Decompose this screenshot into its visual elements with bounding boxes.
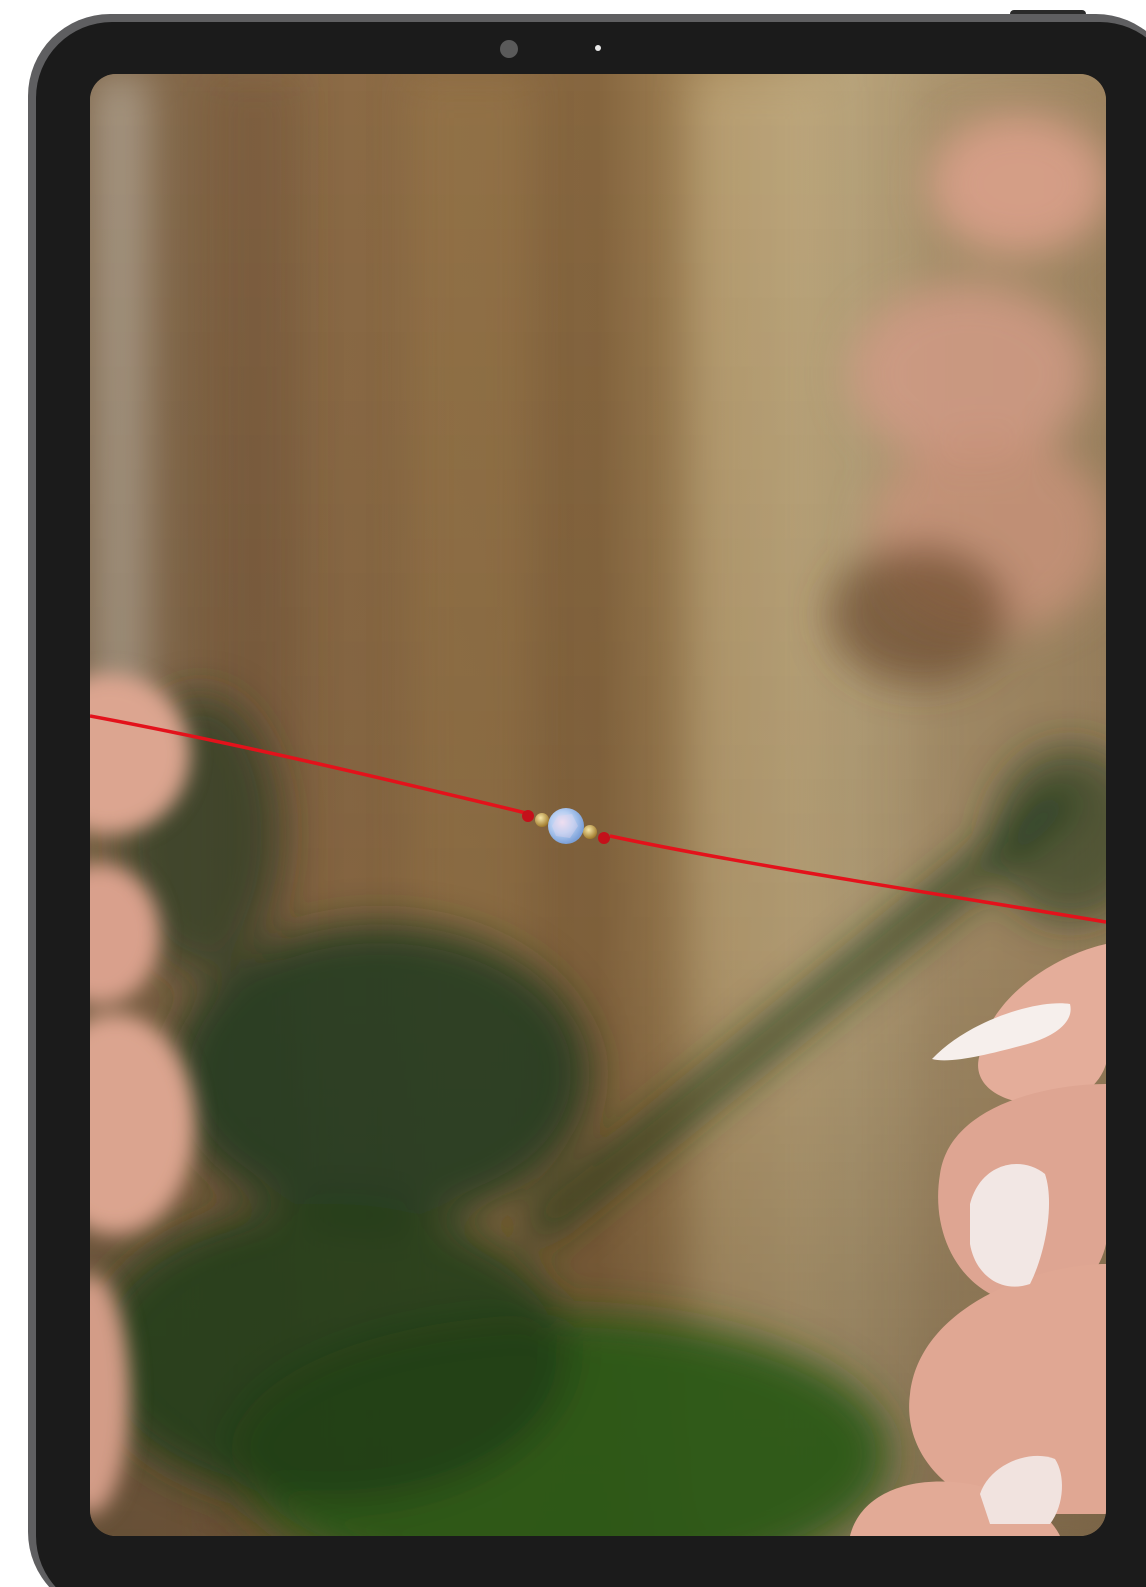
device-screen: [90, 74, 1106, 1536]
front-camera-icon: [500, 40, 518, 58]
bracelet-photo: [90, 74, 1106, 1536]
gold-bead: [583, 825, 597, 839]
gold-bead: [535, 813, 549, 827]
light-sensor-icon: [595, 45, 601, 51]
device-mockup: [0, 0, 1146, 1587]
